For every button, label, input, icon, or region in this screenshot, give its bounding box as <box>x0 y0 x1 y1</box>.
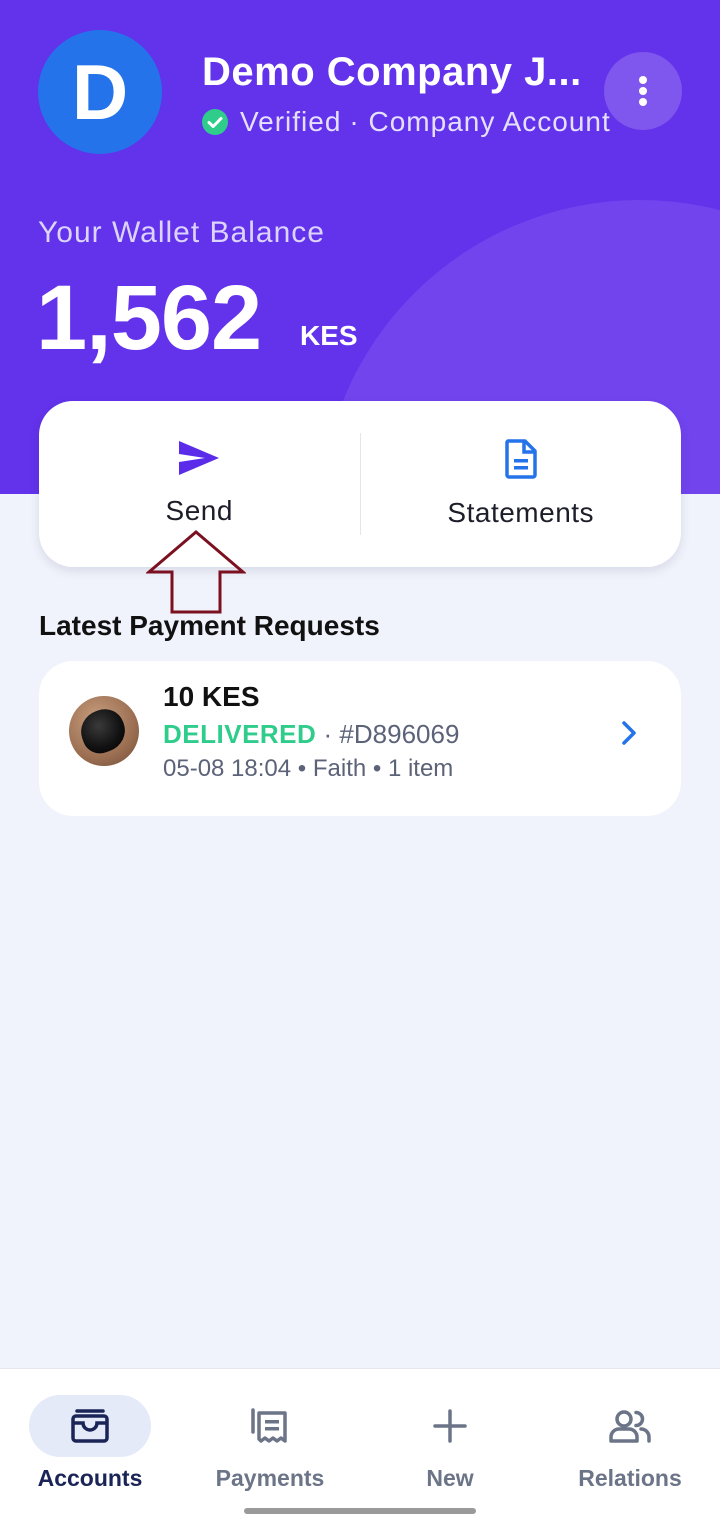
nav-accounts-pill <box>29 1395 151 1457</box>
avatar[interactable]: D <box>38 30 162 154</box>
verified-row: Verified · Company Account <box>202 106 611 138</box>
nav-new-label: New <box>426 1465 474 1491</box>
nav-new[interactable]: New <box>360 1395 540 1492</box>
mouse-image <box>75 703 131 759</box>
status-badge: DELIVERED <box>163 719 317 749</box>
nav-relations[interactable]: Relations <box>540 1395 720 1492</box>
wallet-balance-label: Your Wallet Balance <box>38 216 325 249</box>
document-icon <box>505 439 537 479</box>
avatar-letter: D <box>71 47 129 136</box>
chevron-right-icon[interactable] <box>617 719 641 747</box>
latest-requests-title: Latest Payment Requests <box>39 610 380 641</box>
request-thumbnail <box>69 696 139 766</box>
account-type: · Company Account <box>349 106 611 137</box>
request-status-row: DELIVERED · #D896069 <box>163 719 459 750</box>
receipt-icon <box>251 1408 287 1443</box>
nav-accounts[interactable]: Accounts <box>0 1395 180 1492</box>
wallet-balance-amount: 1,562 <box>36 267 262 369</box>
pointer-arrow-icon <box>146 530 246 614</box>
home-indicator[interactable] <box>244 1508 476 1514</box>
nav-new-pill <box>389 1395 511 1457</box>
request-meta: 05-08 18:04 • Faith • 1 item <box>163 755 454 782</box>
payment-request-item[interactable]: 10 KES DELIVERED · #D896069 05-08 18:04 … <box>39 661 681 816</box>
wallet-icon <box>71 1409 109 1443</box>
nav-payments-pill <box>209 1395 331 1457</box>
screen: D Demo Company J... Verified · Company A… <box>0 0 720 1526</box>
send-label: Send <box>165 495 233 526</box>
verified-check-icon <box>202 109 228 135</box>
request-id: · #D896069 <box>316 719 460 749</box>
company-name: Demo Company J... <box>202 50 582 94</box>
send-icon <box>179 441 220 475</box>
verified-label: Verified <box>240 106 342 137</box>
nav-relations-label: Relations <box>578 1465 682 1491</box>
nav-relations-pill <box>569 1395 691 1457</box>
action-card: Send Statements <box>39 401 681 567</box>
nav-accounts-label: Accounts <box>37 1465 143 1491</box>
request-amount: 10 KES <box>163 681 260 712</box>
people-icon <box>609 1410 651 1443</box>
wallet-balance-currency: KES <box>300 320 358 351</box>
nav-payments-label: Payments <box>215 1465 325 1491</box>
statements-button[interactable]: Statements <box>361 401 682 567</box>
statements-label: Statements <box>447 497 595 528</box>
more-options-button[interactable] <box>604 52 682 130</box>
more-vertical-icon <box>639 76 647 106</box>
plus-icon <box>433 1409 467 1443</box>
nav-payments[interactable]: Payments <box>180 1395 360 1492</box>
bottom-nav: Accounts Payments New Relations <box>0 1368 720 1526</box>
